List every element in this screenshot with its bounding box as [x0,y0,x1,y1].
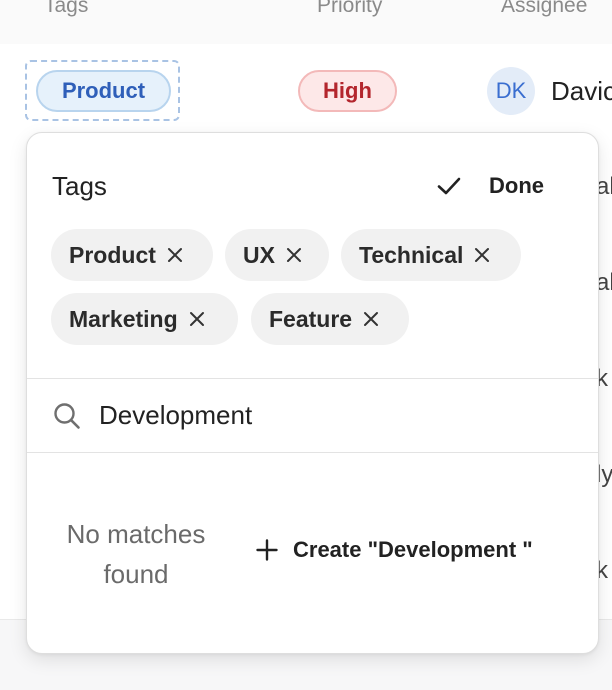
empty-state-message: No matches found [66,519,206,589]
close-icon[interactable] [473,246,491,264]
tag-chip-technical: Technical [341,229,521,281]
tag-chip-product: Product [51,229,213,281]
table-header: Tags Priority Assignee [0,0,612,45]
create-tag-label: Create "Development " [293,537,533,562]
column-header-priority[interactable]: Priority [317,0,382,18]
tag-chip-feature: Feature [251,293,409,345]
tag-chip-label: Marketing [69,305,178,332]
tag-chip-ux: UX [225,229,329,281]
tags-popover: Tags Done Product UX Technical Marketing… [26,132,599,654]
tag-chip-label: Feature [269,305,353,332]
column-header-assignee[interactable]: Assignee [501,0,587,18]
divider [27,378,598,379]
assignee-name: Davic [551,76,612,106]
plus-icon [256,539,278,561]
close-icon[interactable] [166,246,184,264]
close-icon[interactable] [188,310,206,328]
column-header-tags[interactable]: Tags [44,0,88,18]
avatar: DK [487,67,535,115]
create-tag-button[interactable]: Create "Development " [255,537,533,563]
search-icon [54,403,80,429]
tag-chip-marketing: Marketing [51,293,238,345]
close-icon[interactable] [362,310,380,328]
done-button[interactable]: Done [435,169,544,203]
tag-search-input[interactable] [99,395,569,435]
check-icon [437,177,461,195]
popover-title: Tags [52,171,107,201]
tag-chip-label: Technical [359,241,464,268]
tag-chip[interactable]: Product [36,70,171,112]
tag-chip-label: Product [69,241,156,268]
close-icon[interactable] [285,246,303,264]
divider [27,452,598,453]
tag-chip-label: UX [243,241,275,268]
done-label: Done [489,173,544,198]
priority-badge[interactable]: High [298,70,397,112]
